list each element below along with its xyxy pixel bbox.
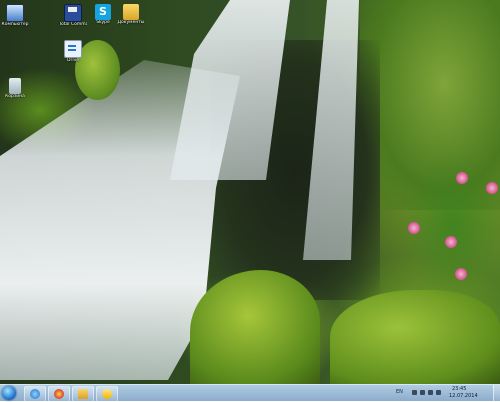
tray-arrow-icon[interactable] bbox=[412, 390, 417, 395]
wallpaper-moss-rock bbox=[330, 290, 500, 384]
internet-explorer-icon bbox=[30, 389, 40, 399]
action-center-icon[interactable] bbox=[436, 390, 441, 395]
document-icon bbox=[64, 40, 82, 58]
windows-explorer-icon bbox=[78, 389, 88, 399]
desktop-icon-computer[interactable]: Компьютер bbox=[1, 4, 29, 27]
desktop-icon-label: Корзина bbox=[5, 94, 25, 99]
firefox-icon bbox=[54, 389, 64, 399]
folder-icon bbox=[123, 4, 139, 20]
wallpaper-flower bbox=[486, 182, 498, 194]
save-disk-icon bbox=[64, 4, 82, 22]
system-tray: EN 23:45 12.07.2014 bbox=[390, 385, 500, 401]
desktop-icon-label: Drive bbox=[67, 58, 79, 63]
wallpaper-flower bbox=[456, 172, 468, 184]
volume-icon[interactable] bbox=[428, 390, 433, 395]
desktop-icon-label: Total Commander bbox=[59, 22, 87, 27]
desktop-icon-label: Skype bbox=[96, 20, 110, 25]
desktop-icon-label: Компьютер bbox=[1, 22, 29, 27]
skype-icon: S bbox=[95, 4, 111, 20]
media-player-icon bbox=[102, 389, 112, 399]
taskbar: EN 23:45 12.07.2014 bbox=[0, 384, 500, 402]
desktop-icon-drive[interactable]: Drive bbox=[59, 40, 87, 63]
start-orb-icon[interactable] bbox=[2, 386, 16, 400]
desktop-icon-skype[interactable]: S Skype bbox=[89, 4, 117, 25]
desktop-icon-recycle-bin[interactable]: Корзина bbox=[1, 78, 29, 99]
wallpaper-flower bbox=[408, 222, 420, 234]
desktop-icon-label: Документы bbox=[117, 20, 145, 25]
network-icon[interactable] bbox=[420, 390, 425, 395]
clock-time[interactable]: 23:45 bbox=[452, 386, 466, 392]
desktop-icon-documents[interactable]: Документы bbox=[117, 4, 145, 25]
computer-icon bbox=[6, 4, 24, 22]
language-indicator[interactable]: EN bbox=[396, 389, 403, 395]
clock-date[interactable]: 12.07.2014 bbox=[449, 393, 478, 399]
desktop-icon-total-commander[interactable]: Total Commander bbox=[59, 4, 87, 27]
show-desktop-button[interactable] bbox=[493, 385, 500, 401]
wallpaper-flower bbox=[445, 236, 457, 248]
wallpaper-flower bbox=[455, 268, 467, 280]
recycle-bin-icon bbox=[9, 78, 21, 94]
